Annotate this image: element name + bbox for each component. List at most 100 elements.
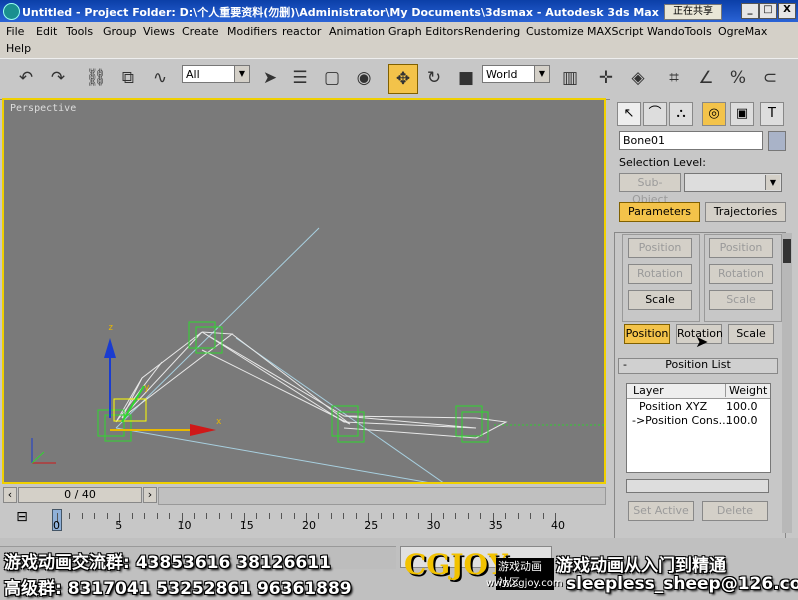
menu-modifiers[interactable]: Modifiers	[227, 25, 277, 38]
spinner-snap-icon[interactable]: ⊂	[756, 64, 784, 92]
ruler-tick	[81, 513, 83, 519]
window-crossing-icon[interactable]: ◉	[350, 64, 378, 92]
menu-help[interactable]: Help	[6, 42, 31, 55]
time-slider[interactable]: ‹ 0 / 40 ›	[0, 485, 606, 505]
pivot-center-icon[interactable]: ▥	[556, 64, 584, 92]
ruler-label: 30	[426, 519, 441, 532]
list-item[interactable]: ->Position Cons... 100.0	[627, 414, 770, 428]
parameters-tab[interactable]: Parameters	[619, 202, 700, 222]
sub-object-dropdown[interactable]: ▼	[684, 173, 782, 192]
menu-rendering[interactable]: Rendering	[464, 25, 520, 38]
layer-name: Position XYZ	[639, 400, 708, 413]
time-slider-thumb[interactable]: 0 / 40	[18, 487, 142, 503]
list-item[interactable]: Position XYZ 100.0	[627, 400, 770, 414]
time-slider-track[interactable]	[158, 487, 606, 505]
unlink-icon[interactable]: ⧉	[114, 64, 142, 92]
sub-object-button[interactable]: Sub-Object	[619, 173, 681, 206]
mode-scale-button[interactable]: Scale	[728, 324, 774, 344]
position-list-rollout-header[interactable]: - Position List	[618, 358, 778, 374]
ruler-tick	[530, 513, 532, 519]
modify-tab-icon[interactable]: ⌒	[643, 102, 667, 126]
menu-edit[interactable]: Edit	[36, 25, 57, 38]
delete-key-rotation-button[interactable]: Rotation	[709, 264, 773, 284]
display-tab-icon[interactable]: ▣	[730, 102, 754, 126]
cgjoy-logo: CGJOY 游戏动画社区 www.cgjoy.com	[404, 546, 563, 598]
ime-status[interactable]: 正在共享	[664, 4, 722, 20]
keyboard-shortcut-icon[interactable]: ◈	[624, 64, 652, 92]
command-panel-scrollbar[interactable]	[782, 233, 792, 533]
x-axis-arrow	[190, 424, 216, 436]
create-tab-icon[interactable]: ↖	[617, 102, 641, 126]
set-active-button[interactable]: Set Active	[628, 501, 694, 521]
light-ray-3	[235, 337, 444, 482]
scrollbar-thumb[interactable]	[783, 239, 791, 263]
frame-ruler: 0 5 10 15 20 25 30 35 40	[0, 505, 610, 535]
ruler-tick	[256, 513, 258, 519]
chevron-down-icon: ▼	[765, 175, 780, 190]
ruler-tick	[169, 513, 171, 519]
select-manipulate-icon[interactable]: ✛	[592, 64, 620, 92]
mode-position-button[interactable]: Position	[624, 324, 670, 344]
trajectories-tab[interactable]: Trajectories	[705, 202, 786, 222]
redo-icon[interactable]: ↷	[44, 64, 72, 92]
track-bar[interactable]: ⊟ 0 5 10 15 20 25 30 35 40	[0, 505, 610, 535]
select-by-name-icon[interactable]: ☰	[286, 64, 314, 92]
menu-ogremax[interactable]: OgreMax	[718, 25, 767, 38]
menu-customize[interactable]: Customize	[526, 25, 584, 38]
object-color-swatch[interactable]	[768, 131, 786, 151]
create-key-rotation-button[interactable]: Rotation	[628, 264, 692, 284]
percent-snap-icon[interactable]: %	[724, 64, 752, 92]
select-and-link-icon[interactable]: ⛓	[82, 64, 110, 92]
object-name-field[interactable]: Bone01	[619, 131, 763, 150]
hierarchy-tab-icon[interactable]: ⛬	[669, 102, 693, 126]
menu-tools[interactable]: Tools	[66, 25, 93, 38]
weight-column-header[interactable]: Weight	[725, 384, 767, 397]
x-label: x	[216, 417, 222, 427]
app-icon[interactable]	[3, 3, 20, 20]
delete-key-scale-button[interactable]: Scale	[709, 290, 773, 310]
snaps-toggle-icon[interactable]: ⌗	[660, 64, 688, 92]
motion-tab-icon[interactable]: ◎	[702, 102, 726, 126]
layer-name-field[interactable]	[626, 479, 769, 493]
undo-icon[interactable]: ↶	[12, 64, 40, 92]
z-axis-arrow	[104, 338, 116, 358]
delete-key-position-button[interactable]: Position	[709, 238, 773, 258]
ruler-tick	[405, 513, 407, 519]
ruler-label: 10	[177, 519, 192, 532]
menu-views[interactable]: Views	[143, 25, 175, 38]
slogan-caption: 游戏动画从入门到精通	[556, 556, 726, 576]
create-key-position-button[interactable]: Position	[628, 238, 692, 258]
qq-group-caption: 游戏动画交流群: 43853616 38126611	[4, 553, 331, 573]
menu-animation[interactable]: Animation	[329, 25, 385, 38]
reference-coordinate-dropdown[interactable]: World ▼	[482, 65, 550, 83]
utilities-tab-icon[interactable]: T	[760, 102, 784, 126]
select-and-scale-icon[interactable]: ■	[452, 64, 480, 92]
select-and-rotate-icon[interactable]: ↻	[420, 64, 448, 92]
delete-layer-button[interactable]: Delete	[702, 501, 768, 521]
perspective-viewport[interactable]: Perspective z x y	[2, 98, 606, 484]
menu-reactor[interactable]: reactor	[282, 25, 321, 38]
minimize-button[interactable]: _	[741, 3, 759, 19]
rectangular-selection-icon[interactable]: ▢	[318, 64, 346, 92]
bind-space-warp-icon[interactable]: ∿	[146, 64, 174, 92]
layer-column-header[interactable]: Layer	[633, 384, 664, 397]
create-key-scale-button[interactable]: Scale	[628, 290, 692, 310]
ruler-tick	[380, 513, 382, 519]
angle-snap-icon[interactable]: ∠	[692, 64, 720, 92]
time-next-icon[interactable]: ›	[143, 487, 157, 503]
menu-group[interactable]: Group	[103, 25, 137, 38]
menu-graph-editors[interactable]: Graph Editors	[388, 25, 464, 38]
menu-wandotools[interactable]: WandoTools	[647, 25, 712, 38]
menu-file[interactable]: File	[6, 25, 24, 38]
y-label: y	[144, 383, 150, 393]
time-prev-icon[interactable]: ‹	[3, 487, 17, 503]
selection-filter-dropdown[interactable]: All ▼	[182, 65, 250, 83]
select-and-move-icon[interactable]: ✥	[388, 64, 418, 94]
maximize-button[interactable]: □	[759, 3, 777, 19]
close-button[interactable]: X	[778, 3, 796, 19]
menu-maxscript[interactable]: MAXScript	[587, 25, 643, 38]
menu-create[interactable]: Create	[182, 25, 219, 38]
selection-filter-value: All	[186, 68, 200, 81]
select-object-icon[interactable]: ➤	[256, 64, 284, 92]
position-list[interactable]: Layer Weight Position XYZ 100.0 ->Positi…	[626, 383, 771, 473]
